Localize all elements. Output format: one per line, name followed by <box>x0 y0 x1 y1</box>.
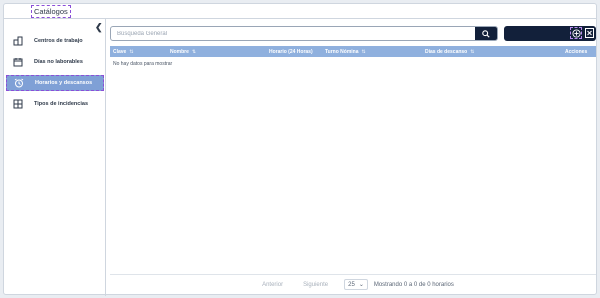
search-icon <box>482 29 490 38</box>
add-circle-icon <box>571 28 581 38</box>
main-content: Clave⇅ Nombre⇅ Horario (24 Horas) Turno … <box>110 22 596 294</box>
pagination: Anterior Siguiente 25 ⌄ Mostrando 0 a 0 … <box>110 274 596 294</box>
add-button[interactable] <box>570 27 582 39</box>
sidebar: ❮ Centros de trabajo Días no laborables … <box>4 19 106 296</box>
sidebar-item-centros-de-trabajo[interactable]: Centros de trabajo <box>6 33 104 49</box>
actions-toolbar <box>504 26 596 41</box>
chevron-left-icon[interactable]: ❮ <box>95 22 103 33</box>
column-header-acciones: Acciones <box>565 48 588 55</box>
alarm-clock-icon <box>13 78 24 89</box>
horarios-table: Clave ⇅ Nombre ⇅ Horario (24 Horas) Turno … <box>110 46 596 71</box>
calendar-icon <box>12 57 23 68</box>
sidebar-item-dias-no-laborables[interactable]: Días no laborables <box>6 54 104 70</box>
sidebar-item-label: Horarios y descansos <box>35 80 93 86</box>
search-button[interactable] <box>475 27 497 40</box>
export-excel-button[interactable] <box>583 27 595 39</box>
pagination-summary: Mostrando 0 a 0 de 0 horarios <box>373 281 454 288</box>
sidebar-item-label: Centros de trabajo <box>34 38 83 44</box>
chevron-down-icon: ⌄ <box>358 282 364 288</box>
column-header-clave[interactable]: Clave ⇅ <box>110 46 167 57</box>
column-header-turno-nomina[interactable]: Turno Nómina ⇅ <box>322 46 422 57</box>
grid-icon <box>12 99 23 110</box>
column-header-dias-de-descanso[interactable]: Días de descanso ⇅ <box>422 46 562 57</box>
page-size-value: 25 <box>348 281 355 288</box>
building-icon <box>12 36 23 47</box>
next-page-button[interactable]: Siguiente <box>303 282 328 288</box>
sort-icon[interactable]: ⇅ <box>129 49 133 55</box>
sidebar-item-tipos-de-incidencias[interactable]: Tipos de incidencias <box>6 96 104 112</box>
app-window: Catálogos ❮ Centros de trabajo Días no l… <box>3 3 597 296</box>
breadcrumb-catalogos[interactable]: Catálogos <box>31 5 71 18</box>
previous-page-button[interactable]: Anterior <box>262 282 283 288</box>
column-header-horario: Horario (24 Horas) <box>269 48 313 55</box>
sort-icon[interactable]: ⇅ <box>362 49 366 55</box>
page-size-select[interactable]: 25 ⌄ <box>344 279 368 290</box>
sidebar-item-label: Tipos de incidencias <box>34 101 88 107</box>
excel-file-icon <box>584 28 594 38</box>
sort-icon[interactable]: ⇅ <box>470 49 474 55</box>
top-bar: Catálogos <box>4 4 596 19</box>
table-header: Clave ⇅ Nombre ⇅ Horario (24 Horas) Turno … <box>110 46 596 57</box>
sidebar-item-label: Días no laborables <box>34 59 83 65</box>
sidebar-item-horarios-y-descansos[interactable]: Horarios y descansos <box>6 75 104 91</box>
column-header-nombre[interactable]: Nombre ⇅ <box>167 46 266 57</box>
empty-table-message: No hay datos para mostrar <box>113 61 173 67</box>
sort-icon[interactable]: ⇅ <box>192 49 196 55</box>
search-input[interactable] <box>111 27 475 40</box>
search-bar <box>110 26 498 41</box>
